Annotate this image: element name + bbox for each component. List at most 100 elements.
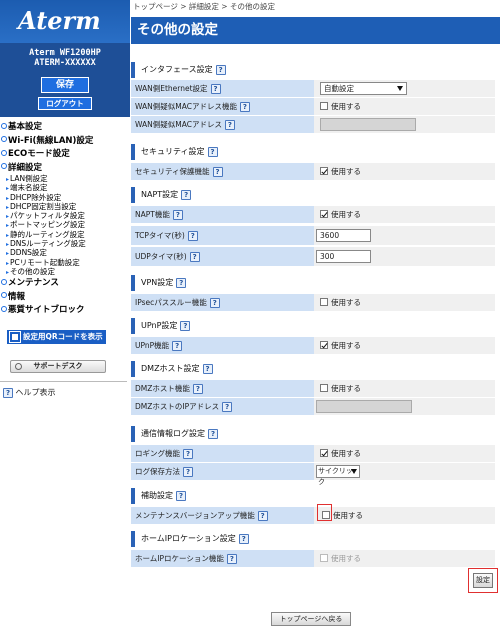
log-save-method-select[interactable]: サイクリック — [316, 465, 360, 486]
section-dmz: DMZホスト設定? — [131, 361, 500, 377]
home-ip-checkbox[interactable] — [320, 554, 328, 562]
help-icon[interactable]: ? — [212, 167, 223, 177]
device-name: ATERM-XXXXXX — [34, 58, 96, 68]
help-icon[interactable]: ? — [215, 64, 226, 75]
circle-bullet-icon — [1, 149, 7, 156]
row-label: ログ保存方法? — [131, 463, 314, 480]
wan-mac-address-input[interactable] — [320, 118, 416, 131]
help-display-link[interactable]: ? ヘルプ表示 — [3, 387, 56, 398]
row-home-ip: ホームIPロケーション機能? 使用する — [131, 550, 495, 567]
menu-detail-settings[interactable]: 詳細設定 — [0, 162, 130, 176]
row-ipsec-passthrough: IPsecパススルー機能? 使用する — [131, 294, 495, 311]
napt-checkbox[interactable] — [320, 210, 328, 218]
row-udp-timer: UDPタイマ(秒)? 300 — [131, 247, 495, 266]
arrow-icon: ▸ — [6, 250, 10, 258]
circle-bullet-icon — [1, 136, 7, 142]
udp-timer-input[interactable]: 300 — [316, 250, 371, 263]
help-icon[interactable]: ? — [210, 84, 221, 94]
circle-bullet-icon — [1, 122, 7, 129]
help-icon[interactable]: ? — [238, 533, 249, 544]
menu-info[interactable]: 情報 — [0, 291, 130, 305]
main-content: トップページ > 詳細設定 > その他の設定 その他の設定 インタフェース設定?… — [131, 0, 500, 629]
circle-bullet-icon — [1, 278, 7, 285]
row-value: サイクリック — [314, 463, 495, 486]
row-upnp: UPnP機能? 使用する — [131, 337, 495, 354]
help-icon[interactable]: ? — [176, 277, 187, 288]
menu-eco-settings[interactable]: ECOモード設定 — [0, 148, 130, 162]
save-button[interactable]: 保存 — [41, 77, 89, 93]
arrow-icon: ▸ — [6, 268, 10, 276]
wan-mac-clone-checkbox[interactable] — [320, 102, 328, 110]
help-icon[interactable]: ? — [187, 231, 198, 241]
arrow-icon: ▸ — [6, 241, 10, 249]
help-icon[interactable]: ? — [239, 102, 250, 112]
help-icon[interactable]: ? — [189, 252, 200, 262]
row-value: 使用する — [314, 98, 495, 115]
row-logging: ロギング機能? 使用する — [131, 445, 495, 462]
help-icon[interactable]: ? — [181, 189, 192, 200]
qr-code-icon — [9, 331, 21, 343]
row-wan-mac-address: WAN側疑似MACアドレス? — [131, 116, 495, 133]
row-label: NAPT機能? — [131, 206, 314, 223]
back-to-top-button[interactable]: トップページへ戻る — [271, 612, 351, 626]
help-icon[interactable]: ? — [209, 298, 220, 308]
help-icon[interactable]: ? — [202, 363, 213, 374]
circle-bullet-icon — [1, 305, 7, 312]
chevron-down-icon — [351, 469, 357, 474]
row-label: TCPタイマ(秒)? — [131, 226, 314, 245]
row-label: UDPタイマ(秒)? — [131, 247, 314, 266]
help-icon[interactable]: ? — [222, 402, 233, 412]
wan-ethernet-select[interactable]: 自動設定 — [320, 82, 407, 95]
row-dmz: DMZホスト機能? 使用する — [131, 380, 495, 397]
row-value: 使用する — [314, 380, 495, 397]
section-log: 通信情報ログ設定? — [131, 426, 500, 442]
logging-checkbox[interactable] — [320, 449, 328, 457]
chevron-down-icon — [397, 86, 403, 91]
help-icon[interactable]: ? — [208, 428, 218, 439]
row-value: 使用する — [314, 445, 495, 462]
row-value: 使用する — [314, 550, 495, 567]
logo-area: Aterm — [0, 0, 130, 43]
section-aux: 補助設定? — [131, 488, 500, 504]
row-label: WAN側疑似MACアドレス機能? — [131, 98, 314, 115]
security-protect-checkbox[interactable] — [320, 167, 328, 175]
row-dmz-ip: DMZホストのIPアドレス? — [131, 398, 495, 415]
page-title: その他の設定 — [131, 17, 500, 44]
help-icon[interactable]: ? — [176, 490, 186, 501]
help-icon[interactable]: ? — [172, 210, 183, 220]
dmz-ip-input[interactable] — [316, 400, 412, 413]
menu-malicious-site-block[interactable]: 悪質サイトブロック — [0, 304, 130, 318]
row-label: ロギング機能? — [131, 445, 314, 462]
menu-basic-settings[interactable]: 基本設定 — [0, 121, 130, 135]
show-qr-code-button[interactable]: 設定用QRコードを表示 — [7, 330, 106, 344]
help-icon[interactable]: ? — [183, 449, 193, 459]
help-icon[interactable]: ? — [183, 467, 193, 477]
help-icon[interactable]: ? — [192, 384, 203, 394]
help-icon[interactable]: ? — [257, 511, 268, 521]
submenu-other-settings[interactable]: ▸その他の設定 — [6, 267, 130, 277]
help-icon[interactable]: ? — [207, 146, 218, 157]
help-icon[interactable]: ? — [172, 341, 183, 351]
row-value: 使用する — [314, 337, 495, 354]
help-icon[interactable]: ? — [224, 120, 235, 130]
upnp-checkbox[interactable] — [320, 341, 328, 349]
arrow-icon: ▸ — [6, 176, 10, 183]
sidebar-divider — [0, 381, 127, 382]
arrow-icon: ▸ — [6, 231, 10, 239]
highlight-box — [317, 504, 332, 521]
support-desk-button[interactable]: サポートデスク — [10, 360, 106, 373]
ipsec-checkbox[interactable] — [320, 298, 328, 306]
row-value: 使用する — [314, 507, 495, 524]
help-icon[interactable]: ? — [180, 320, 191, 331]
help-icon[interactable]: ? — [226, 554, 237, 564]
row-napt: NAPT機能? 使用する — [131, 206, 495, 223]
menu-maintenance[interactable]: メンテナンス — [0, 277, 130, 291]
row-tcp-timer: TCPタイマ(秒)? 3600 — [131, 226, 495, 245]
row-wan-ethernet: WAN側Ethernet設定? 自動設定 — [131, 80, 495, 97]
tcp-timer-input[interactable]: 3600 — [316, 229, 371, 242]
row-value: 使用する — [314, 206, 495, 223]
menu-wifi-settings[interactable]: Wi-Fi(無線LAN)設定 — [0, 135, 130, 149]
dmz-checkbox[interactable] — [320, 384, 328, 392]
logout-button[interactable]: ログアウト — [38, 97, 92, 110]
row-label: ホームIPロケーション機能? — [131, 550, 314, 567]
